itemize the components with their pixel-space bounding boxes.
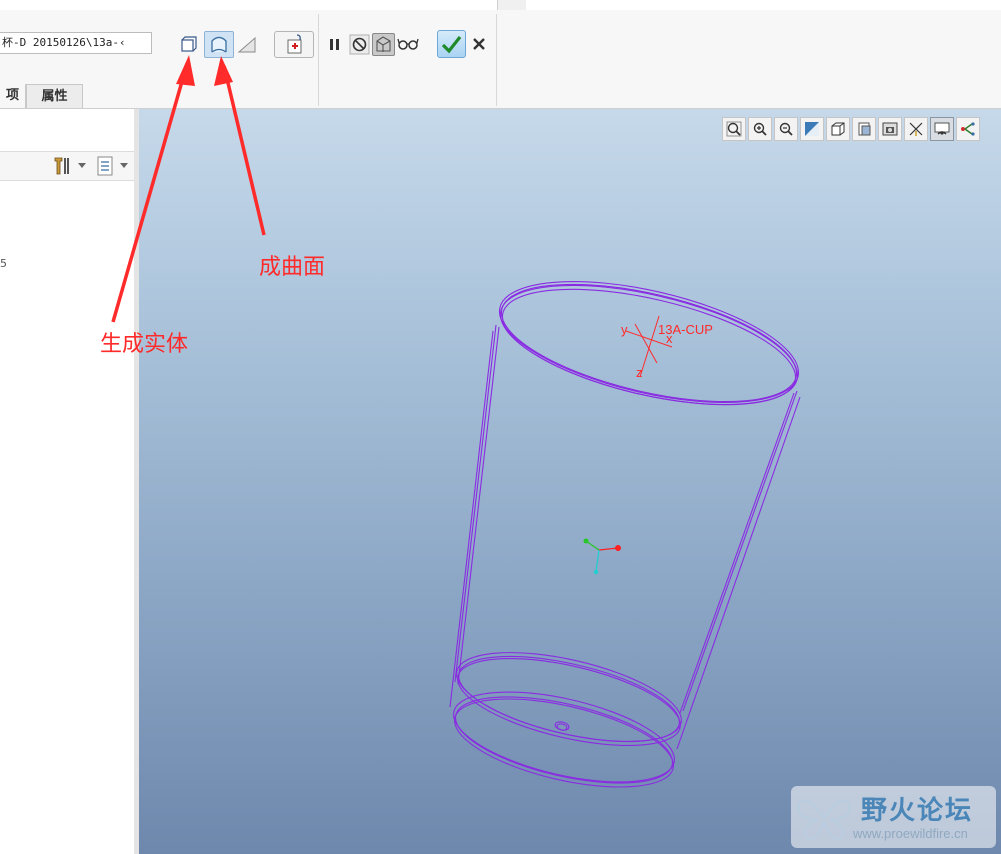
- csys-axis-x-label: x: [666, 331, 673, 346]
- taper-insert-button[interactable]: [274, 31, 314, 58]
- confirm-check-icon: [441, 36, 462, 54]
- tab-options[interactable]: 项: [0, 84, 26, 108]
- csys-axis-z-label: z: [636, 365, 643, 380]
- tree-settings-icon[interactable]: [52, 155, 72, 177]
- model-tree-item[interactable]: 5: [0, 257, 7, 270]
- solid-icon: [181, 36, 197, 52]
- confirm-button[interactable]: [437, 30, 466, 58]
- model-tree-toolbar: [0, 151, 134, 181]
- chevron-down-icon[interactable]: [78, 163, 86, 169]
- no-preview-icon: [349, 34, 370, 55]
- no-preview-button[interactable]: [349, 34, 370, 55]
- tree-filter-icon[interactable]: [96, 156, 114, 176]
- annotation-surface-label: 成曲面: [259, 255, 326, 280]
- csys-axis-y-label: y: [621, 322, 628, 337]
- watermark-title: 野火论坛: [861, 796, 974, 826]
- solid-button[interactable]: [177, 34, 199, 56]
- thin-icon: [237, 36, 256, 53]
- tab-properties[interactable]: 属性: [26, 84, 83, 108]
- spin-center-marker: [583, 538, 621, 575]
- cancel-button[interactable]: [470, 35, 488, 53]
- cancel-x-icon: [473, 38, 485, 50]
- surface-button[interactable]: [204, 31, 234, 58]
- model-tree-panel: 5: [0, 109, 135, 854]
- attached-preview-button[interactable]: [372, 33, 395, 56]
- cup-wireframe-model[interactable]: [139, 109, 1001, 854]
- pause-button[interactable]: [325, 34, 345, 56]
- graphics-window[interactable]: 13A-CUP y x z: [139, 109, 1001, 854]
- glasses-preview-icon: [397, 38, 419, 50]
- annotation-solid-label: 生成实体: [100, 332, 189, 357]
- attached-preview-icon: [376, 36, 391, 52]
- verify-preview-button[interactable]: [397, 34, 419, 54]
- toolbar-separator: [318, 14, 319, 106]
- thin-button[interactable]: [236, 34, 258, 56]
- feature-dashboard: 杯-D 20150126\13a-‹ 项 属性: [0, 0, 1001, 109]
- chevron-down-icon[interactable]: [120, 163, 128, 169]
- taper-insert-icon: [287, 34, 302, 54]
- surface-icon: [211, 36, 227, 53]
- watermark-url: www.proewildfire.cn: [853, 826, 968, 841]
- forum-watermark: 野火论坛 www.proewildfire.cn: [791, 786, 996, 848]
- reference-path-field[interactable]: 杯-D 20150126\13a-‹: [0, 32, 152, 54]
- pause-icon: [330, 39, 339, 50]
- toolbar-separator: [496, 14, 497, 106]
- ribbon-tab-notch: [497, 0, 526, 10]
- butterfly-logo-icon: [797, 799, 851, 840]
